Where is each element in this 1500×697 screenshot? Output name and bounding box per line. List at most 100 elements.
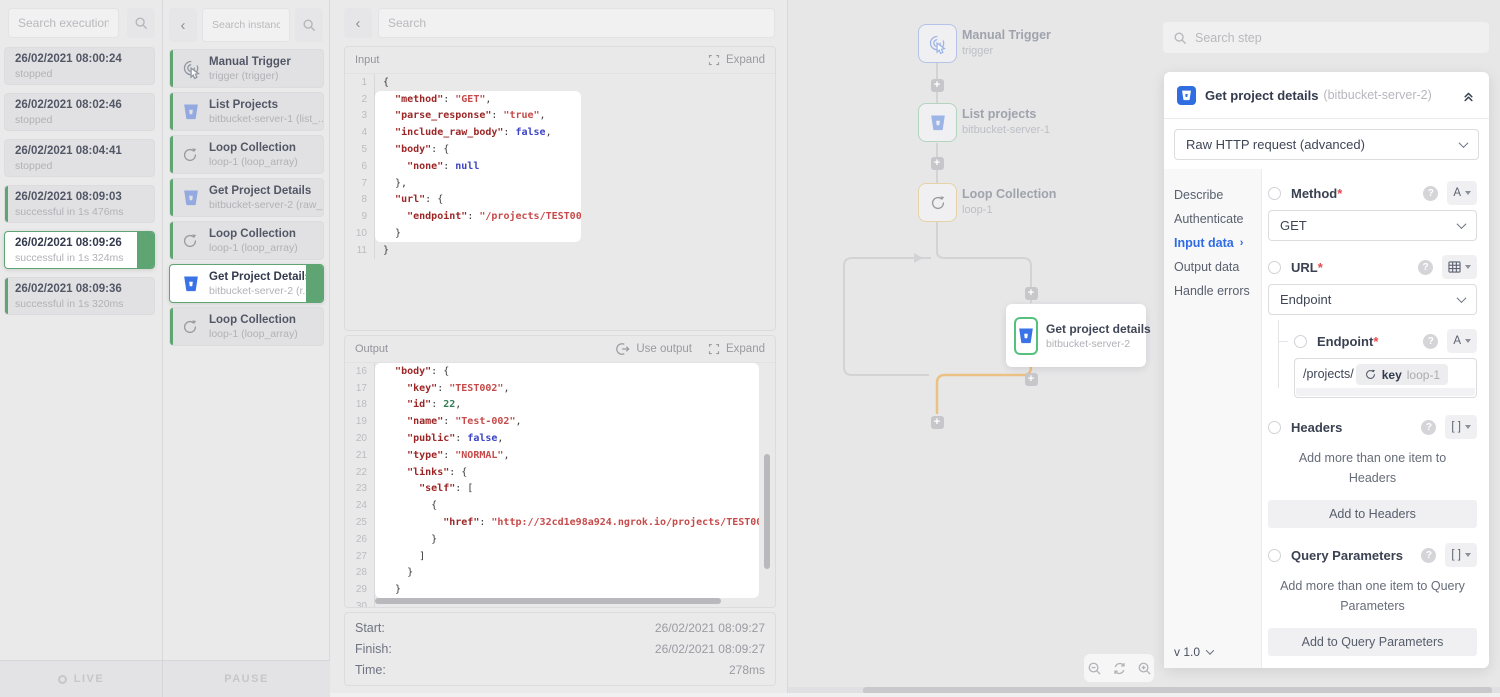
step-item[interactable]: List Projects bitbucket-server-1 (list_.… bbox=[169, 92, 324, 131]
version-select[interactable]: v 1.0 bbox=[1174, 645, 1213, 659]
horizontal-scrollbar[interactable] bbox=[375, 598, 721, 604]
table-icon bbox=[1448, 261, 1461, 273]
node-loop-collection[interactable] bbox=[918, 183, 957, 222]
expand-input-button[interactable]: Expand bbox=[708, 54, 765, 66]
step-subtitle: bitbucket-server-2 (r... bbox=[209, 285, 311, 297]
execution-item[interactable]: 26/02/2021 08:04:41 stopped bbox=[4, 139, 155, 177]
subnav-item-describe[interactable]: Describe bbox=[1164, 183, 1261, 207]
url-type-select[interactable] bbox=[1442, 255, 1477, 279]
step-title: List Projects bbox=[209, 99, 324, 111]
line-number: 1 bbox=[345, 74, 375, 91]
help-icon[interactable]: ? bbox=[1418, 260, 1433, 275]
use-output-button[interactable]: Use output bbox=[616, 342, 692, 356]
endpoint-label: Endpoint* bbox=[1317, 334, 1378, 349]
query-params-type-select[interactable]: [ ] bbox=[1445, 543, 1477, 567]
finish-value: 26/02/2021 08:09:27 bbox=[655, 642, 765, 656]
add-step-button[interactable]: + bbox=[1025, 373, 1038, 386]
execution-item[interactable]: 26/02/2021 08:02:46 stopped bbox=[4, 93, 155, 131]
back-chevron-icon[interactable]: ‹ bbox=[169, 8, 197, 42]
help-icon[interactable]: ? bbox=[1423, 334, 1438, 349]
code-line: 16 "body": { bbox=[345, 363, 775, 380]
loop-icon bbox=[1364, 368, 1377, 381]
headers-connect-radio[interactable] bbox=[1268, 421, 1281, 434]
loop-icon bbox=[929, 194, 947, 212]
add-step-button[interactable]: + bbox=[931, 416, 944, 429]
node-manual-trigger[interactable] bbox=[918, 24, 957, 63]
subnav-item-handle-errors[interactable]: Handle errors bbox=[1164, 279, 1261, 303]
step-item[interactable]: Loop Collection loop-1 (loop_array) bbox=[169, 135, 324, 174]
endpoint-input[interactable]: /projects/ key loop-1 bbox=[1294, 358, 1477, 398]
line-number: 17 bbox=[345, 380, 375, 397]
code-line: 11} bbox=[345, 242, 775, 259]
output-title: Output bbox=[355, 343, 388, 355]
step-subtitle: bitbucket-server-2 (raw_... bbox=[209, 199, 324, 211]
step-config-panel: Get project details (bitbucket-server-2)… bbox=[1164, 72, 1489, 668]
search-executions-input[interactable] bbox=[8, 8, 119, 38]
endpoint-connect-radio[interactable] bbox=[1294, 335, 1307, 348]
loop-token-pill[interactable]: key loop-1 bbox=[1356, 364, 1448, 385]
help-icon[interactable]: ? bbox=[1421, 548, 1436, 563]
execution-item[interactable]: 26/02/2021 08:09:36 successful in 1s 320… bbox=[4, 277, 155, 315]
node-label: Loop Collection loop-1 bbox=[962, 187, 1056, 216]
line-number: 5 bbox=[345, 141, 375, 158]
url-value-select[interactable]: Endpoint bbox=[1268, 284, 1477, 315]
help-icon[interactable]: ? bbox=[1423, 186, 1438, 201]
reset-zoom-icon[interactable] bbox=[1112, 661, 1127, 676]
node-get-project-details[interactable]: Get project details bitbucket-server-2 bbox=[1006, 304, 1146, 367]
help-icon[interactable]: ? bbox=[1421, 420, 1436, 435]
output-json: 16 "body": {17 "key": "TEST002",18 "id":… bbox=[345, 363, 775, 608]
subnav-item-authenticate[interactable]: Authenticate bbox=[1164, 207, 1261, 231]
method-connect-radio[interactable] bbox=[1268, 187, 1281, 200]
live-button[interactable]: LIVE bbox=[0, 661, 163, 697]
io-panel: ‹ Input Expand 1{2 "method": "GET",3 "pa… bbox=[330, 0, 788, 697]
expand-icon bbox=[708, 343, 720, 355]
search-step-bar[interactable]: Search step bbox=[1163, 22, 1489, 53]
add-step-button[interactable]: + bbox=[1025, 287, 1038, 300]
subnav-item-output-data[interactable]: Output data bbox=[1164, 255, 1261, 279]
step-item[interactable]: Get Project Details bitbucket-server-2 (… bbox=[169, 178, 324, 217]
expand-output-button[interactable]: Expand bbox=[708, 342, 765, 356]
add-step-button[interactable]: + bbox=[931, 157, 944, 170]
line-number: 10 bbox=[345, 225, 375, 242]
start-value: 26/02/2021 08:09:27 bbox=[655, 621, 765, 635]
step-item[interactable]: Manual Trigger trigger (trigger) bbox=[169, 49, 324, 88]
method-type-select[interactable]: A bbox=[1447, 181, 1477, 205]
node-list-projects[interactable] bbox=[918, 103, 957, 142]
execution-status: stopped bbox=[15, 68, 146, 80]
operation-select[interactable]: Raw HTTP request (advanced) bbox=[1174, 129, 1479, 160]
method-value-select[interactable]: GET bbox=[1268, 210, 1477, 241]
line-number: 20 bbox=[345, 430, 375, 447]
headers-type-select[interactable]: [ ] bbox=[1445, 415, 1477, 439]
selected-indicator bbox=[137, 232, 154, 268]
search-icon[interactable] bbox=[295, 8, 323, 42]
code-line: 29 } bbox=[345, 581, 775, 598]
endpoint-type-select[interactable]: A bbox=[1447, 329, 1477, 353]
query-params-connect-radio[interactable] bbox=[1268, 549, 1281, 562]
search-io-input[interactable] bbox=[378, 8, 775, 38]
step-item[interactable]: Loop Collection loop-1 (loop_array) bbox=[169, 307, 324, 346]
step-title: Loop Collection bbox=[209, 228, 298, 240]
execution-item[interactable]: 26/02/2021 08:09:03 successful in 1s 476… bbox=[4, 185, 155, 223]
search-icon[interactable] bbox=[127, 8, 155, 38]
zoom-in-icon[interactable] bbox=[1137, 661, 1152, 676]
step-title: Loop Collection bbox=[209, 314, 298, 326]
execution-status: successful in 1s 476ms bbox=[15, 206, 146, 218]
back-chevron-icon[interactable]: ‹ bbox=[344, 8, 372, 38]
zoom-out-icon[interactable] bbox=[1087, 661, 1102, 676]
vertical-scrollbar[interactable] bbox=[764, 454, 770, 569]
step-item[interactable]: Loop Collection loop-1 (loop_array) bbox=[169, 221, 324, 260]
collapse-panel-icon[interactable] bbox=[1461, 88, 1476, 103]
execution-item[interactable]: 26/02/2021 08:00:24 stopped bbox=[4, 47, 155, 85]
add-step-button[interactable]: + bbox=[931, 79, 944, 92]
execution-status: successful in 1s 324ms bbox=[15, 252, 146, 264]
search-instance-input[interactable] bbox=[202, 8, 290, 42]
bitbucket-icon bbox=[1177, 86, 1196, 105]
pause-button[interactable]: PAUSE bbox=[163, 661, 330, 697]
step-item[interactable]: Get Project Details bitbucket-server-2 (… bbox=[169, 264, 324, 303]
subnav-item-input-data[interactable]: Input data› bbox=[1164, 231, 1261, 255]
add-to-query-params-button[interactable]: Add to Query Parameters bbox=[1268, 628, 1477, 656]
line-number: 7 bbox=[345, 175, 375, 192]
url-connect-radio[interactable] bbox=[1268, 261, 1281, 274]
add-to-headers-button[interactable]: Add to Headers bbox=[1268, 500, 1477, 528]
execution-item[interactable]: 26/02/2021 08:09:26 successful in 1s 324… bbox=[4, 231, 155, 269]
